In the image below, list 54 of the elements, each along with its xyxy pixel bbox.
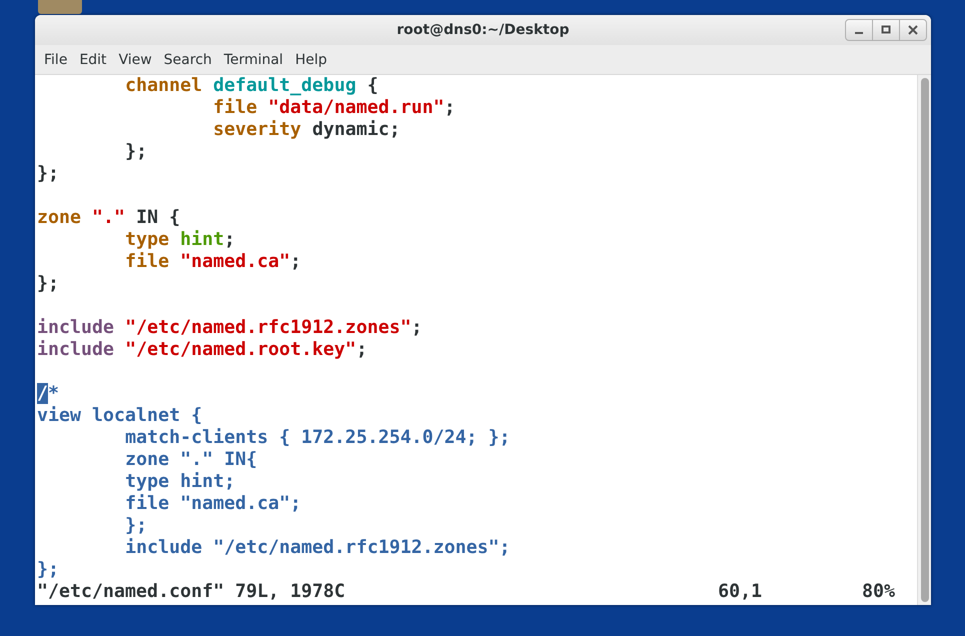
code-text: }; — [37, 163, 60, 184]
code-text: zone — [37, 207, 82, 228]
code-text: "/etc/named.root.key" — [125, 339, 356, 360]
scroll-percent: 80% — [862, 581, 896, 603]
code-text: ; — [290, 251, 302, 272]
minimize-button[interactable] — [845, 19, 873, 41]
code-text: ; — [444, 97, 456, 118]
code-text: include "/etc/named.rfc1912.zones"; — [125, 537, 510, 558]
status-message: "/etc/named.conf" 79L, 1978C — [37, 581, 346, 602]
menu-item[interactable]: Help — [289, 48, 333, 72]
menu-item[interactable]: Edit — [73, 48, 113, 72]
code-text: include — [37, 317, 114, 338]
code-text: zone "." IN{ — [125, 449, 258, 470]
window-title: root@dns0:~/Desktop — [396, 22, 570, 38]
code-text: file — [125, 251, 170, 272]
maximize-button[interactable] — [872, 19, 900, 41]
menu-item[interactable]: File — [38, 48, 74, 72]
cursor-char: / — [37, 383, 48, 404]
code-text: { — [367, 75, 378, 96]
scrollbar-thumb[interactable] — [920, 78, 928, 602]
code-text: "." — [92, 207, 126, 228]
code-text: severity — [213, 119, 302, 140]
code-text: }; — [37, 273, 60, 294]
maximize-icon — [881, 25, 891, 35]
code-text: }; — [125, 515, 148, 536]
code-text: type hint; — [125, 471, 236, 492]
cursor-position: 60,1 — [718, 581, 762, 603]
scrollbar[interactable] — [917, 75, 931, 605]
code-text: dynamic; — [312, 119, 400, 140]
code-text: IN { — [136, 207, 180, 228]
code-text: type — [125, 229, 170, 250]
code-text: include — [37, 339, 114, 360]
code-text: "data/named.run" — [268, 97, 444, 118]
code-text: hint — [180, 229, 224, 250]
code-text: match-clients { 172.25.254.0/24; }; — [125, 427, 510, 448]
code-text: }; — [37, 559, 60, 580]
code-text: view localnet { — [37, 405, 202, 426]
code-text: file — [213, 97, 258, 118]
menu-item[interactable]: View — [112, 48, 158, 72]
code-text: channel — [125, 75, 202, 96]
code-text: * — [48, 383, 60, 404]
code-text: "named.ca" — [180, 251, 290, 272]
code-text: file "named.ca"; — [125, 493, 302, 514]
code-text: ; — [411, 317, 422, 338]
menu-item[interactable]: Search — [158, 48, 218, 72]
code-text: ; — [224, 229, 236, 250]
minimize-icon — [855, 32, 863, 34]
code-text: "/etc/named.rfc1912.zones" — [125, 317, 412, 338]
code-text: ; — [356, 339, 368, 360]
close-button[interactable] — [899, 19, 927, 41]
code-text: default_debug — [213, 75, 356, 96]
menu-item[interactable]: Terminal — [218, 48, 290, 72]
code-text: }; — [125, 141, 148, 162]
close-icon — [908, 25, 918, 35]
